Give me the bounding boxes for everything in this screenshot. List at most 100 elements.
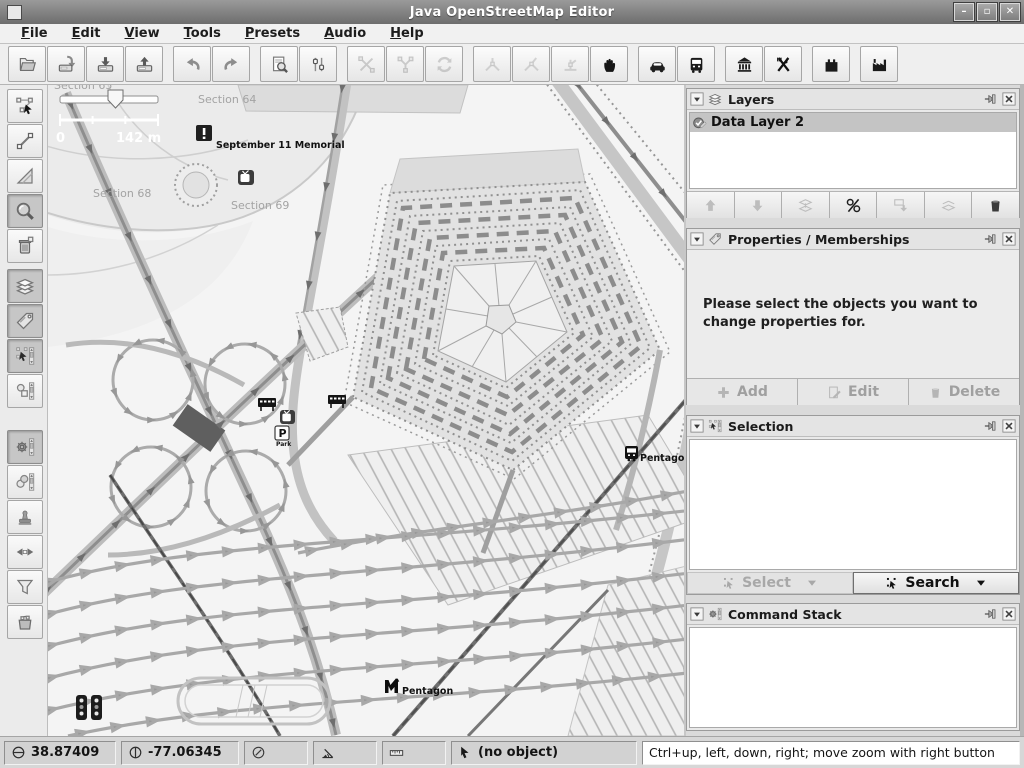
restaurant-preset-button[interactable] xyxy=(764,46,802,82)
collapse-icon[interactable] xyxy=(690,419,704,433)
pin-icon[interactable] xyxy=(984,92,998,106)
align-nodes-button xyxy=(551,46,589,82)
open-button[interactable] xyxy=(8,46,46,82)
longitude-field: -77.06345 xyxy=(121,741,239,765)
layer-row[interactable]: Data Layer 2 xyxy=(690,113,1016,132)
panel-title: Selection xyxy=(728,419,980,434)
undo-button[interactable] xyxy=(173,46,211,82)
delete-layer-button[interactable] xyxy=(972,192,1019,218)
changeset-panel-toggle[interactable] xyxy=(7,605,43,639)
menu-file[interactable]: File xyxy=(10,25,59,42)
svg-text:Section 65: Section 65 xyxy=(54,85,112,92)
layers-icon xyxy=(708,92,722,106)
chevron-down-icon[interactable] xyxy=(976,579,986,587)
command-stack-list[interactable] xyxy=(689,627,1017,728)
collapse-icon[interactable] xyxy=(690,232,704,246)
draw-nodes-tool[interactable] xyxy=(7,124,43,158)
panel-title: Properties / Memberships xyxy=(728,232,980,247)
close-button[interactable]: ✕ xyxy=(1000,3,1020,21)
factory-preset-button[interactable] xyxy=(860,46,898,82)
close-icon[interactable] xyxy=(1002,232,1016,246)
move-layer-down-button xyxy=(735,192,783,218)
longitude-icon xyxy=(128,745,143,760)
close-icon[interactable] xyxy=(1002,607,1016,621)
show-hide-layer-button[interactable] xyxy=(830,192,878,218)
tag-icon xyxy=(708,232,722,246)
download-button[interactable] xyxy=(86,46,124,82)
car-preset-button[interactable] xyxy=(638,46,676,82)
toggle-dialogs-button[interactable] xyxy=(299,46,337,82)
object-name-field: (no object) xyxy=(451,741,637,765)
close-icon[interactable] xyxy=(1002,92,1016,106)
pin-icon[interactable] xyxy=(984,419,998,433)
join-node-button xyxy=(512,46,550,82)
collapse-icon[interactable] xyxy=(690,607,704,621)
menu-edit[interactable]: Edit xyxy=(61,25,112,42)
svg-text:142 m: 142 m xyxy=(116,131,161,146)
svg-text:Pentagon: Pentagon xyxy=(640,453,684,464)
delete-button: Delete xyxy=(909,379,1019,405)
traffic-signal-icon[interactable] xyxy=(91,695,102,720)
menu-bar: File Edit View Tools Presets Audio Help xyxy=(0,24,1024,44)
clock-icon xyxy=(251,745,266,760)
traffic-signal-icon[interactable] xyxy=(76,695,87,720)
museum-preset-button[interactable] xyxy=(725,46,763,82)
search-preferences-button[interactable] xyxy=(260,46,298,82)
collapse-icon[interactable] xyxy=(690,92,704,106)
relations-panel-toggle[interactable] xyxy=(7,374,43,408)
main-toolbar xyxy=(0,44,1024,85)
map-label-section69: Section 69 xyxy=(231,199,289,212)
menu-presets[interactable]: Presets xyxy=(234,25,311,42)
conflict-panel-toggle[interactable] xyxy=(7,535,43,569)
selection-list[interactable] xyxy=(689,439,1017,570)
right-dock: Layers Data Layer 2 Properties / Members… xyxy=(686,85,1020,736)
select-move-tool[interactable] xyxy=(7,89,43,123)
redo-button[interactable] xyxy=(212,46,250,82)
save-button[interactable] xyxy=(47,46,85,82)
properties-panel-header: Properties / Memberships xyxy=(687,229,1019,250)
map-view[interactable]: Section 65 Section 64 Section 68 Section… xyxy=(48,85,684,736)
close-icon[interactable] xyxy=(1002,419,1016,433)
latitude-field: 38.87409 xyxy=(4,741,116,765)
properties-buttons: Add Edit Delete xyxy=(687,378,1019,405)
ruler-icon xyxy=(389,745,404,760)
selection-icon xyxy=(708,419,722,433)
update-data-button xyxy=(425,46,463,82)
pin-icon[interactable] xyxy=(984,232,998,246)
menu-audio[interactable]: Audio xyxy=(313,25,377,42)
menu-view[interactable]: View xyxy=(114,25,171,42)
delete-tool[interactable] xyxy=(7,229,43,263)
selection-panel-toggle[interactable] xyxy=(7,339,43,373)
minimize-button[interactable]: – xyxy=(954,3,974,21)
layers-toolbar xyxy=(687,191,1019,218)
trash-icon xyxy=(928,385,943,400)
merge-down-button xyxy=(877,192,925,218)
notes-panel-toggle[interactable] xyxy=(7,500,43,534)
plus-icon xyxy=(716,385,731,400)
command-stack-panel-toggle[interactable] xyxy=(7,430,43,464)
panel-title: Command Stack xyxy=(728,607,980,622)
map-paint-panel-toggle[interactable] xyxy=(7,465,43,499)
pin-icon[interactable] xyxy=(984,607,998,621)
maximize-button[interactable]: ▫ xyxy=(977,3,997,21)
menu-tools[interactable]: Tools xyxy=(173,25,232,42)
properties-panel-toggle[interactable] xyxy=(7,304,43,338)
zoom-tool[interactable] xyxy=(7,194,43,228)
bus-preset-button[interactable] xyxy=(677,46,715,82)
pan-hand-button[interactable] xyxy=(590,46,628,82)
help-text: Ctrl+up, left, down, right; move zoom wi… xyxy=(642,741,1020,765)
tv-icon[interactable] xyxy=(280,410,295,424)
search-button[interactable]: Search xyxy=(853,572,1019,594)
measure-tool[interactable] xyxy=(7,159,43,193)
svg-text:Park: Park xyxy=(276,441,292,448)
tv-icon[interactable] xyxy=(238,170,254,185)
layers-panel-toggle[interactable] xyxy=(7,269,43,303)
svg-text:Pentagon: Pentagon xyxy=(402,686,453,697)
filter-panel-toggle[interactable] xyxy=(7,570,43,604)
map-canvas[interactable]: Section 65 Section 64 Section 68 Section… xyxy=(48,85,684,736)
panel-title: Layers xyxy=(728,92,980,107)
menu-help[interactable]: Help xyxy=(379,25,434,42)
castle-preset-button[interactable] xyxy=(812,46,850,82)
upload-button[interactable] xyxy=(125,46,163,82)
svg-text:P: P xyxy=(279,427,287,440)
